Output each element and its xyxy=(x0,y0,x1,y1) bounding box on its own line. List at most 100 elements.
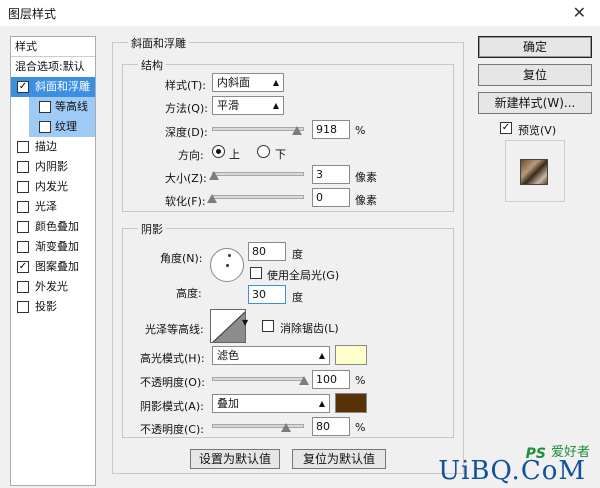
slider-thumb[interactable] xyxy=(291,126,302,135)
shadow-color-swatch[interactable] xyxy=(335,393,367,413)
size-unit: 像素 xyxy=(355,171,377,184)
shadow-mode-dropdown[interactable]: 叠加 ▲ xyxy=(212,394,330,413)
depth-unit: % xyxy=(355,124,366,137)
make-default-button[interactable]: 设置为默认值 xyxy=(190,449,280,469)
slider-track xyxy=(212,377,304,381)
depth-input[interactable]: 918 xyxy=(312,120,350,139)
checkbox-inner-glow[interactable] xyxy=(17,181,29,193)
shadow-opacity-slider[interactable] xyxy=(212,421,304,433)
preview-label: 预览(V) xyxy=(518,124,557,137)
preview-thumbnail xyxy=(520,159,548,185)
gloss-contour-picker[interactable] xyxy=(210,309,246,343)
style-item-stroke[interactable]: 描边 xyxy=(11,137,95,157)
style-item-gradient-overlay[interactable]: 渐变叠加 xyxy=(11,237,95,257)
style-item-texture[interactable]: 纹理 xyxy=(29,117,95,137)
technique-dropdown-value: 平滑 xyxy=(217,99,239,112)
altitude-unit: 度 xyxy=(292,291,303,304)
direction-down-radio[interactable] xyxy=(257,145,270,158)
style-item-drop-shadow[interactable]: 投影 xyxy=(11,297,95,317)
depth-slider[interactable] xyxy=(212,124,304,136)
checkbox-texture[interactable] xyxy=(39,121,51,133)
technique-dropdown[interactable]: 平滑 ▲ xyxy=(212,96,284,115)
highlight-opacity-input[interactable]: 100 xyxy=(312,370,350,389)
reset-default-button[interactable]: 复位为默认值 xyxy=(292,449,386,469)
checkbox-color-overlay[interactable] xyxy=(17,221,29,233)
preview-box xyxy=(505,140,565,202)
style-item-outer-glow[interactable]: 外发光 xyxy=(11,277,95,297)
style-item-bevel-emboss[interactable]: ✓ 斜面和浮雕 xyxy=(11,77,95,97)
altitude-label: 高度: xyxy=(176,287,202,300)
size-slider[interactable] xyxy=(208,169,304,181)
style-item-inner-shadow[interactable]: 内阴影 xyxy=(11,157,95,177)
updown-arrow-icon: ▲ xyxy=(272,78,279,87)
highlight-opacity-unit: % xyxy=(355,374,366,387)
direction-label: 方向: xyxy=(178,149,204,162)
checkbox-stroke[interactable] xyxy=(17,141,29,153)
style-item-color-overlay[interactable]: 颜色叠加 xyxy=(11,217,95,237)
global-light-checkbox[interactable] xyxy=(250,267,262,279)
style-item-label: 颜色叠加 xyxy=(35,220,79,233)
bevel-emboss-title: 斜面和浮雕 xyxy=(128,35,189,51)
style-item-satin[interactable]: 光泽 xyxy=(11,197,95,217)
shadow-opacity-input[interactable]: 80 xyxy=(312,417,350,436)
checkbox-outer-glow[interactable] xyxy=(17,281,29,293)
style-list-header[interactable]: 样式 xyxy=(11,37,95,57)
checkbox-gradient-overlay[interactable] xyxy=(17,241,29,253)
soften-input[interactable]: 0 xyxy=(312,188,350,207)
style-item-label: 光泽 xyxy=(35,200,57,213)
size-input[interactable]: 3 xyxy=(312,165,350,184)
checkbox-satin[interactable] xyxy=(17,201,29,213)
style-item-label: 斜面和浮雕 xyxy=(35,80,90,93)
style-list: 样式 混合选项:默认 ✓ 斜面和浮雕 等高线 纹理 描边 内阴影 内发光 光泽 … xyxy=(10,36,96,486)
antialias-checkbox[interactable] xyxy=(262,320,274,332)
slider-thumb[interactable] xyxy=(208,171,219,180)
preview-checkbox[interactable]: ✓ xyxy=(500,122,512,134)
slider-thumb[interactable] xyxy=(207,194,217,203)
angle-input[interactable]: 80 xyxy=(248,242,286,261)
technique-label: 方法(Q): xyxy=(165,102,208,115)
depth-label: 深度(D): xyxy=(165,126,208,139)
slider-track xyxy=(212,172,304,176)
slider-thumb[interactable] xyxy=(280,423,291,432)
style-dropdown-value: 内斜面 xyxy=(217,76,250,89)
shadow-opacity-label: 不透明度(C): xyxy=(140,423,204,436)
highlight-mode-dropdown[interactable]: 滤色 ▲ xyxy=(212,346,330,365)
style-item-pattern-overlay[interactable]: ✓ 图案叠加 xyxy=(11,257,95,277)
dial-center-dot xyxy=(226,264,229,267)
blending-options-item[interactable]: 混合选项:默认 xyxy=(11,57,95,77)
slider-track xyxy=(212,195,304,199)
angle-dial[interactable] xyxy=(210,248,244,282)
shadow-opacity-unit: % xyxy=(355,421,366,434)
antialias-label: 消除锯齿(L) xyxy=(280,322,339,335)
soften-slider[interactable] xyxy=(207,192,304,204)
style-item-contour[interactable]: 等高线 xyxy=(29,97,95,117)
checkbox-inner-shadow[interactable] xyxy=(17,161,29,173)
updown-arrow-icon: ▲ xyxy=(318,399,325,408)
highlight-opacity-slider[interactable] xyxy=(212,374,309,386)
new-style-button[interactable]: 新建样式(W)... xyxy=(478,92,592,114)
direction-up-radio[interactable] xyxy=(212,145,225,158)
highlight-color-swatch[interactable] xyxy=(335,345,367,365)
slider-thumb[interactable] xyxy=(299,376,309,385)
watermark-site-text: UiBQ.CoM xyxy=(438,456,586,486)
updown-arrow-icon: ▲ xyxy=(272,101,279,110)
checkbox-contour[interactable] xyxy=(39,101,51,113)
soften-label: 软化(F): xyxy=(165,195,206,208)
global-light-label: 使用全局光(G) xyxy=(267,269,340,282)
contour-dropdown-arrow-icon[interactable]: ▼ xyxy=(242,318,248,327)
style-dropdown[interactable]: 内斜面 ▲ xyxy=(212,73,284,92)
close-icon[interactable]: ✕ xyxy=(573,3,586,22)
shading-title: 阴影 xyxy=(138,221,166,237)
style-item-label: 渐变叠加 xyxy=(35,240,79,253)
reset-button[interactable]: 复位 xyxy=(478,64,592,86)
checkbox-pattern-overlay[interactable]: ✓ xyxy=(17,261,29,273)
window-title: 图层样式 xyxy=(8,7,57,21)
ok-button[interactable]: 确定 xyxy=(478,36,592,58)
structure-title: 结构 xyxy=(138,57,166,73)
altitude-input[interactable]: 30 xyxy=(248,285,286,304)
checkbox-drop-shadow[interactable] xyxy=(17,301,29,313)
style-item-inner-glow[interactable]: 内发光 xyxy=(11,177,95,197)
angle-label: 角度(N): xyxy=(160,252,203,265)
highlight-mode-value: 滤色 xyxy=(217,349,239,362)
checkbox-bevel-emboss[interactable]: ✓ xyxy=(17,81,29,93)
